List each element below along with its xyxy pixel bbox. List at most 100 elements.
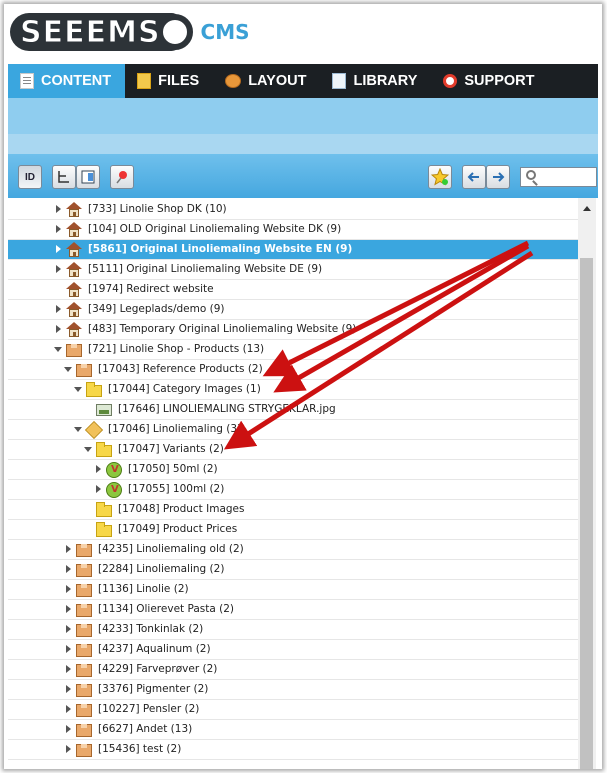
collapse-arrow-icon[interactable] <box>54 347 62 352</box>
logo-cms-text: CMS <box>200 20 250 44</box>
tree-search[interactable] <box>520 167 597 187</box>
tree-row-selected[interactable]: [5861] Original Linoliemaling Website EN… <box>8 240 578 260</box>
tree-row[interactable]: [17048] Product Images <box>8 500 578 520</box>
tree-row[interactable]: [5111] Original Linoliemaling Website DE… <box>8 260 578 280</box>
tree-scrollbar[interactable] <box>578 198 596 769</box>
expand-arrow-icon[interactable] <box>56 205 61 213</box>
variant-icon <box>106 482 122 498</box>
tree-row[interactable]: [733] Linolie Shop DK (10) <box>8 200 578 220</box>
tree-toolbar: ID <box>8 154 598 198</box>
tree-row[interactable]: [4229] Farveprøver (2) <box>8 660 578 680</box>
nav-content[interactable]: CONTENT <box>8 64 126 98</box>
tree-row[interactable]: [17047] Variants (2) <box>8 440 578 460</box>
expand-arrow-icon[interactable] <box>56 245 61 253</box>
expand-arrow-icon[interactable] <box>66 545 71 553</box>
expand-arrow-icon[interactable] <box>66 605 71 613</box>
expand-arrow-icon[interactable] <box>56 305 61 313</box>
tree-row-label: [3376] Pigmenter (2) <box>98 683 209 695</box>
expand-arrow-icon[interactable] <box>66 645 71 653</box>
expand-arrow-icon[interactable] <box>96 465 101 473</box>
expand-arrow-icon[interactable] <box>66 705 71 713</box>
tree-row[interactable]: [1974] Redirect website <box>8 280 578 300</box>
nav-library[interactable]: LIBRARY <box>320 64 431 98</box>
expand-arrow-icon[interactable] <box>96 485 101 493</box>
expand-arrow-icon[interactable] <box>66 745 71 753</box>
expand-arrow-icon[interactable] <box>66 565 71 573</box>
tree-row[interactable]: [15436] test (2) <box>8 740 578 760</box>
tree-row[interactable]: [17050] 50ml (2) <box>8 460 578 480</box>
search-input[interactable] <box>539 168 595 186</box>
scrollbar-thumb[interactable] <box>580 258 593 769</box>
shop-box-icon <box>66 344 82 357</box>
tree-row[interactable]: [2284] Linoliemaling (2) <box>8 560 578 580</box>
category-box-icon <box>76 644 92 657</box>
add-favorite-button[interactable] <box>428 165 452 189</box>
folder-icon <box>96 502 112 517</box>
tree-row[interactable]: [4237] Aqualinum (2) <box>8 640 578 660</box>
tree-row[interactable]: [104] OLD Original Linoliemaling Website… <box>8 220 578 240</box>
category-box-icon <box>76 744 92 757</box>
category-box-icon <box>76 684 92 697</box>
category-box-icon <box>76 544 92 557</box>
tree-row[interactable]: [10227] Pensler (2) <box>8 700 578 720</box>
tree-row[interactable]: [4233] Tonkinlak (2) <box>8 620 578 640</box>
tree-row-label: [5111] Original Linoliemaling Website DE… <box>88 263 323 275</box>
tree-row[interactable]: [483] Temporary Original Linoliemaling W… <box>8 320 578 340</box>
tree-row[interactable]: [17044] Category Images (1) <box>8 380 578 400</box>
tree-row-label: [15436] test (2) <box>98 743 182 755</box>
website-house-icon <box>66 282 82 298</box>
category-box-icon <box>76 584 92 597</box>
website-house-icon <box>66 222 82 238</box>
tree-row[interactable]: [349] Legeplads/demo (9) <box>8 300 578 320</box>
back-button[interactable] <box>462 165 486 189</box>
tree-row-label: [17049] Product Prices <box>118 523 238 535</box>
website-house-icon <box>66 242 82 258</box>
tree-row[interactable]: [721] Linolie Shop - Products (13) <box>8 340 578 360</box>
arrow-left-icon <box>467 172 479 182</box>
collapse-arrow-icon[interactable] <box>74 387 82 392</box>
tree-row[interactable]: [17646] LINOLIEMALING STRYGEKLAR.jpg <box>8 400 578 420</box>
tree-row[interactable]: [17055] 100ml (2) <box>8 480 578 500</box>
toggle-id-label: ID <box>25 171 35 183</box>
toggle-id-button[interactable]: ID <box>18 165 42 189</box>
pin-button[interactable] <box>110 165 134 189</box>
expand-arrow-icon[interactable] <box>56 325 61 333</box>
split-view-button[interactable] <box>76 165 100 189</box>
tree-row[interactable]: [1134] Olierevet Pasta (2) <box>8 600 578 620</box>
tree-row-label: [104] OLD Original Linoliemaling Website… <box>88 223 342 235</box>
lifebuoy-icon <box>443 74 458 88</box>
tree-row[interactable]: [1136] Linolie (2) <box>8 580 578 600</box>
expand-arrow-icon[interactable] <box>66 725 71 733</box>
nav-layout[interactable]: LAYOUT <box>213 64 320 98</box>
expand-arrow-icon[interactable] <box>56 265 61 273</box>
expand-arrow-icon[interactable] <box>66 625 71 633</box>
collapse-arrow-icon[interactable] <box>74 427 82 432</box>
tree-row-label: [10227] Pensler (2) <box>98 703 200 715</box>
tree-structure-icon <box>58 171 69 183</box>
tree-row[interactable]: [3376] Pigmenter (2) <box>8 680 578 700</box>
scroll-up-arrow-icon[interactable] <box>583 206 591 211</box>
forward-button[interactable] <box>486 165 510 189</box>
tree-row[interactable]: [17043] Reference Products (2) <box>8 360 578 380</box>
variant-icon <box>106 462 122 478</box>
expand-arrow-icon[interactable] <box>66 665 71 673</box>
expand-arrow-icon[interactable] <box>66 585 71 593</box>
collapse-arrow-icon[interactable] <box>64 367 72 372</box>
tree-row[interactable]: [4235] Linoliemaling old (2) <box>8 540 578 560</box>
tree-row-label: [4235] Linoliemaling old (2) <box>98 543 244 555</box>
expand-arrow-icon[interactable] <box>66 685 71 693</box>
collapse-arrow-icon[interactable] <box>84 447 92 452</box>
nav-layout-label: LAYOUT <box>248 73 307 89</box>
tree-row[interactable]: [17049] Product Prices <box>8 520 578 540</box>
tree-row-label: [349] Legeplads/demo (9) <box>88 303 225 315</box>
tree-row[interactable]: [6627] Andet (13) <box>8 720 578 740</box>
tree-view-button[interactable] <box>52 165 76 189</box>
tree-row-label: [17047] Variants (2) <box>118 443 224 455</box>
tree-row-label: [4229] Farveprøver (2) <box>98 663 218 675</box>
tree-row-label: [17044] Category Images (1) <box>108 383 261 395</box>
nav-files[interactable]: FILES <box>125 64 213 98</box>
nav-support[interactable]: SUPPORT <box>431 64 548 98</box>
tree-row[interactable]: [17046] Linoliemaling (3) <box>8 420 578 440</box>
expand-arrow-icon[interactable] <box>56 225 61 233</box>
logo-badge: SEEEMS <box>10 13 193 51</box>
